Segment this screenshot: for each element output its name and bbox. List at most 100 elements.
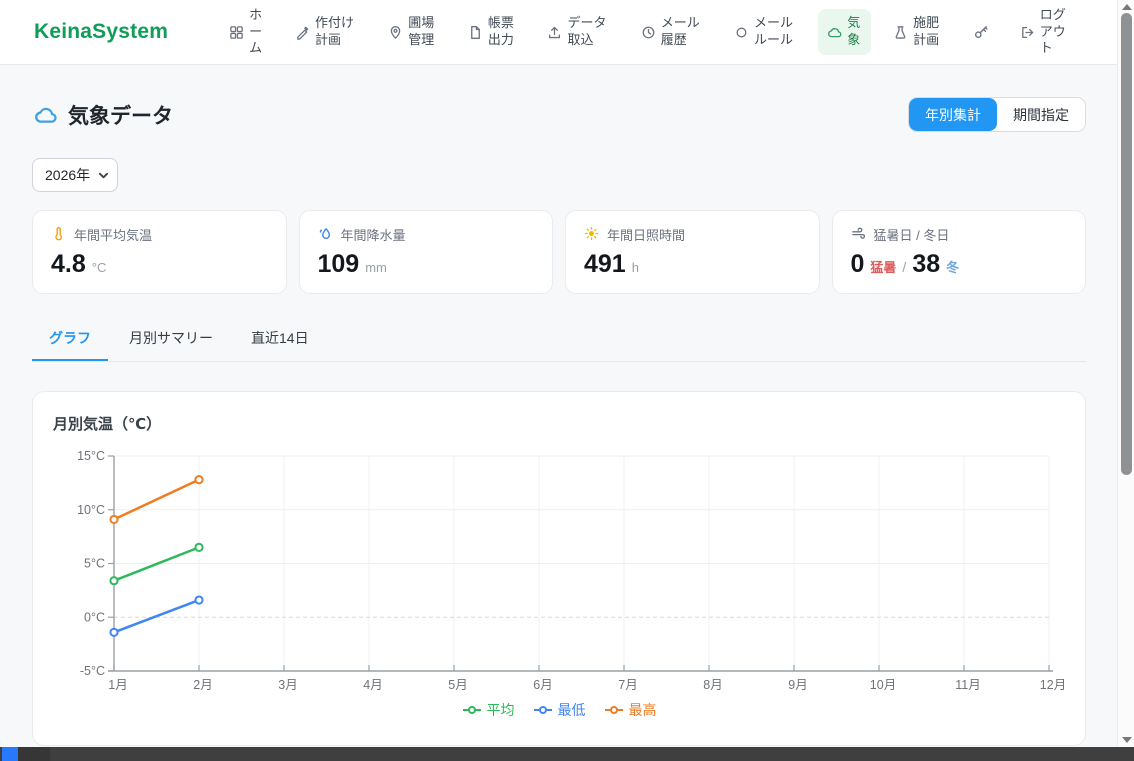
title-row: 気象データ 年別集計 期間指定 (32, 97, 1086, 132)
stat-separator: / (902, 259, 906, 275)
nav-item-field-management[interactable]: 圃場管理 (379, 9, 446, 54)
vertical-scrollbar[interactable] (1117, 0, 1134, 747)
stat-unit: h (632, 260, 639, 275)
app-window: KeinaSystem ホーム 作付け計画 (0, 0, 1134, 761)
main-nav: ホーム 作付け計画 圃場管理 (220, 1, 1103, 63)
legend-item: 最低 (533, 700, 586, 720)
nav-item-data-import[interactable]: データ取込 (538, 9, 618, 54)
nav-item-mail-rules[interactable]: メールルール (725, 9, 805, 54)
legend-marker-icon (462, 705, 482, 715)
content-area: 気象データ 年別集計 期間指定 2026年 (0, 65, 1117, 747)
nav-item-label: 圃場管理 (408, 15, 437, 48)
legend-marker-icon (604, 705, 624, 715)
nav-item-label: メール履歴 (661, 15, 703, 48)
svg-text:5月: 5月 (448, 678, 467, 692)
circle-icon (734, 25, 749, 40)
svg-text:10°C: 10°C (77, 503, 105, 517)
logout-icon (1020, 25, 1035, 40)
year-select-wrap: 2026年 (32, 158, 118, 192)
tab-recent-14-days[interactable]: 直近14日 (234, 320, 326, 361)
svg-text:2月: 2月 (193, 678, 212, 692)
tab-monthly-summary[interactable]: 月別サマリー (112, 320, 230, 361)
stat-card-avg-temp: 年間平均気温 4.8 °C (32, 210, 287, 294)
nav-item-planting-plan[interactable]: 作付け計画 (286, 9, 366, 54)
legend-marker-icon (533, 705, 553, 715)
temperature-chart: -5°C0°C5°C10°C15°C1月2月3月4月5月6月7月8月9月10月1… (53, 446, 1067, 696)
svg-text:6月: 6月 (533, 678, 552, 692)
thermometer-icon (51, 226, 66, 244)
svg-text:7月: 7月 (618, 678, 637, 692)
chart-title: 月別気温（℃） (53, 413, 1065, 434)
bottom-bar-notch (18, 747, 50, 761)
svg-text:0°C: 0°C (84, 610, 105, 624)
nav-item-report-output[interactable]: 帳票出力 (459, 9, 526, 54)
stat-value: 109 (318, 250, 360, 279)
scroll-up-arrow[interactable] (1122, 4, 1132, 10)
stat-value-hot-days: 0 (851, 250, 865, 279)
chart-card: 月別気温（℃） -5°C 0°C 5°C 10°C 15°C 1月 2月 3月 4月 5月 6月 7月… (32, 391, 1086, 746)
svg-text:4月: 4月 (363, 678, 382, 692)
cloud-icon (32, 103, 59, 127)
toggle-period[interactable]: 期間指定 (997, 98, 1085, 131)
stat-tag-hot: 猛暑 (870, 257, 896, 276)
view-toggle-group: 年別集計 期間指定 (908, 97, 1086, 132)
page-title-wrap: 気象データ (32, 100, 173, 130)
stat-card-precipitation: 年間降水量 109 mm (299, 210, 554, 294)
nav-item-label: 施肥計画 (913, 15, 942, 48)
nav-item-mail-history[interactable]: メール履歴 (632, 9, 712, 54)
stat-label: 年間日照時間 (607, 225, 685, 244)
stat-value: 4.8 (51, 250, 86, 279)
stat-tag-cold: 冬 (946, 257, 959, 276)
legend-item: 最高 (604, 700, 657, 720)
svg-text:-5°C: -5°C (80, 664, 105, 678)
stat-card-sunshine: 年間日照時間 491 h (565, 210, 820, 294)
wind-icon (851, 226, 866, 244)
nav-item-label: ログアウト (1040, 7, 1069, 57)
nav-item-label: メールルール (754, 15, 796, 48)
toggle-yearly[interactable]: 年別集計 (909, 98, 997, 131)
sun-icon (584, 226, 599, 244)
scrollbar-thumb[interactable] (1121, 13, 1132, 475)
svg-text:12月: 12月 (1040, 678, 1066, 692)
svg-text:1月: 1月 (108, 678, 127, 692)
stat-label: 年間平均気温 (74, 225, 152, 244)
svg-text:11月: 11月 (955, 678, 980, 692)
nav-item-home[interactable]: ホーム (220, 1, 273, 63)
stat-label: 猛暑日 / 冬日 (874, 225, 950, 244)
legend-label: 平均 (487, 700, 515, 720)
stat-unit: mm (365, 260, 387, 275)
flask-icon (893, 25, 908, 40)
nav-item-logout[interactable]: ログアウト (1011, 1, 1078, 63)
stat-cards-row: 年間平均気温 4.8 °C 年間降水量 109 (32, 210, 1086, 294)
chart-legend: 平均 最低最高 (53, 700, 1065, 720)
stat-label: 年間降水量 (341, 225, 406, 244)
stat-value-winter-days: 38 (912, 250, 940, 279)
droplet-icon (318, 226, 333, 244)
nav-item-fertilizer-plan[interactable]: 施肥計画 (884, 9, 951, 54)
nav-item-label: 帳票出力 (488, 15, 517, 48)
stat-card-extreme-days: 猛暑日 / 冬日 0 猛暑 / 38 冬 (832, 210, 1087, 294)
stat-unit: °C (92, 260, 107, 275)
pen-icon (295, 25, 310, 40)
nav-item-label: データ取込 (567, 15, 609, 48)
bottom-bar (0, 747, 1134, 761)
nav-item-label: ホーム (249, 7, 264, 57)
svg-text:10月: 10月 (870, 678, 896, 692)
svg-text:9月: 9月 (788, 678, 807, 692)
legend-label: 最低 (558, 700, 586, 720)
tab-graph[interactable]: グラフ (32, 320, 108, 361)
year-select[interactable]: 2026年 (32, 158, 118, 192)
nav-item-weather[interactable]: 気象 (818, 9, 871, 54)
bottom-bar-accent (2, 747, 18, 761)
grid-icon (229, 25, 244, 40)
nav-item-password[interactable] (964, 18, 998, 46)
svg-text:5°C: 5°C (84, 557, 105, 571)
main-column: KeinaSystem ホーム 作付け計画 (0, 0, 1117, 747)
cloud-icon (827, 25, 842, 40)
scroll-down-arrow[interactable] (1122, 737, 1132, 743)
map-pin-icon (388, 25, 403, 40)
svg-text:15°C: 15°C (77, 449, 105, 463)
svg-text:3月: 3月 (278, 678, 297, 692)
stat-value: 491 (584, 250, 626, 279)
page-title: 気象データ (68, 100, 173, 130)
